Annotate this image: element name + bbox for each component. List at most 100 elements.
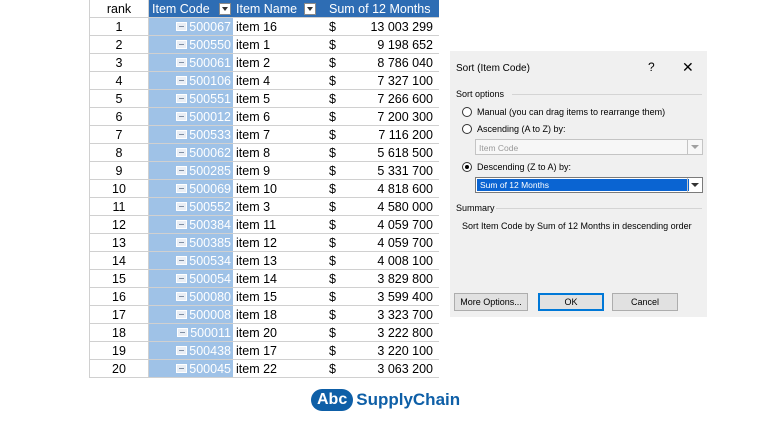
table-row[interactable]: 15 500054 item 14 $3 829 800 bbox=[89, 269, 439, 288]
item-code-cell[interactable]: 500552 bbox=[148, 197, 233, 216]
item-name-cell[interactable]: item 8 bbox=[233, 143, 319, 162]
descending-radio[interactable] bbox=[462, 162, 472, 172]
table-row[interactable]: 18 500011 item 20 $3 222 800 bbox=[89, 323, 439, 342]
collapse-icon[interactable] bbox=[176, 148, 188, 157]
table-row[interactable]: 13 500385 item 12 $4 059 700 bbox=[89, 233, 439, 252]
currency-cell[interactable]: $ bbox=[319, 197, 346, 216]
item-name-cell[interactable]: item 9 bbox=[233, 161, 319, 180]
sum-header[interactable]: Sum of 12 Months bbox=[319, 0, 439, 18]
item-name-cell[interactable]: item 22 bbox=[233, 359, 319, 378]
sum-cell[interactable]: 8 786 040 bbox=[346, 53, 439, 72]
sum-cell[interactable]: 3 829 800 bbox=[346, 269, 439, 288]
item-code-cell[interactable]: 500069 bbox=[148, 179, 233, 198]
item-name-cell[interactable]: item 17 bbox=[233, 341, 319, 360]
currency-cell[interactable]: $ bbox=[319, 179, 346, 198]
sum-cell[interactable]: 7 200 300 bbox=[346, 107, 439, 126]
item-code-cell[interactable]: 500012 bbox=[148, 107, 233, 126]
sum-cell[interactable]: 4 818 600 bbox=[346, 179, 439, 198]
rank-cell[interactable]: 11 bbox=[89, 197, 149, 216]
currency-cell[interactable]: $ bbox=[319, 215, 346, 234]
table-row[interactable]: 4 500106 item 4 $7 327 100 bbox=[89, 71, 439, 90]
sum-cell[interactable]: 13 003 299 bbox=[346, 17, 439, 36]
item-name-cell[interactable]: item 6 bbox=[233, 107, 319, 126]
sum-cell[interactable]: 3 220 100 bbox=[346, 341, 439, 360]
sum-cell[interactable]: 5 618 500 bbox=[346, 143, 439, 162]
filter-dropdown-icon[interactable] bbox=[304, 2, 316, 15]
ascending-radio[interactable] bbox=[462, 124, 472, 134]
currency-cell[interactable]: $ bbox=[319, 71, 346, 90]
item-code-header[interactable]: Item Code bbox=[148, 0, 233, 18]
item-name-cell[interactable]: item 14 bbox=[233, 269, 319, 288]
currency-cell[interactable]: $ bbox=[319, 251, 346, 270]
collapse-icon[interactable] bbox=[176, 40, 188, 49]
item-name-cell[interactable]: item 1 bbox=[233, 35, 319, 54]
table-row[interactable]: 17 500008 item 18 $3 323 700 bbox=[89, 305, 439, 324]
collapse-icon[interactable] bbox=[176, 94, 188, 103]
sum-cell[interactable]: 3 323 700 bbox=[346, 305, 439, 324]
table-row[interactable]: 5 500551 item 5 $7 266 600 bbox=[89, 89, 439, 108]
currency-cell[interactable]: $ bbox=[319, 143, 346, 162]
sum-cell[interactable]: 4 008 100 bbox=[346, 251, 439, 270]
rank-cell[interactable]: 14 bbox=[89, 251, 149, 270]
item-code-cell[interactable]: 500438 bbox=[148, 341, 233, 360]
sum-cell[interactable]: 7 266 600 bbox=[346, 89, 439, 108]
table-row[interactable]: 6 500012 item 6 $7 200 300 bbox=[89, 107, 439, 126]
item-name-cell[interactable]: item 16 bbox=[233, 17, 319, 36]
item-name-cell[interactable]: item 20 bbox=[233, 323, 319, 342]
item-name-cell[interactable]: item 12 bbox=[233, 233, 319, 252]
collapse-icon[interactable] bbox=[176, 346, 188, 355]
rank-cell[interactable]: 2 bbox=[89, 35, 149, 54]
item-code-cell[interactable]: 500061 bbox=[148, 53, 233, 72]
collapse-icon[interactable] bbox=[176, 364, 188, 373]
item-code-cell[interactable]: 500285 bbox=[148, 161, 233, 180]
manual-radio[interactable] bbox=[462, 107, 472, 117]
item-code-cell[interactable]: 500550 bbox=[148, 35, 233, 54]
sum-cell[interactable]: 9 198 652 bbox=[346, 35, 439, 54]
sum-cell[interactable]: 4 580 000 bbox=[346, 197, 439, 216]
item-code-cell[interactable]: 500008 bbox=[148, 305, 233, 324]
table-row[interactable]: 10 500069 item 10 $4 818 600 bbox=[89, 179, 439, 198]
sum-cell[interactable]: 5 331 700 bbox=[346, 161, 439, 180]
currency-cell[interactable]: $ bbox=[319, 53, 346, 72]
item-code-cell[interactable]: 500045 bbox=[148, 359, 233, 378]
currency-cell[interactable]: $ bbox=[319, 233, 346, 252]
currency-cell[interactable]: $ bbox=[319, 89, 346, 108]
table-row[interactable]: 11 500552 item 3 $4 580 000 bbox=[89, 197, 439, 216]
item-code-cell[interactable]: 500106 bbox=[148, 71, 233, 90]
rank-cell[interactable]: 9 bbox=[89, 161, 149, 180]
collapse-icon[interactable] bbox=[176, 184, 188, 193]
item-code-cell[interactable]: 500384 bbox=[148, 215, 233, 234]
rank-cell[interactable]: 18 bbox=[89, 323, 149, 342]
item-name-cell[interactable]: item 7 bbox=[233, 125, 319, 144]
rank-cell[interactable]: 20 bbox=[89, 359, 149, 378]
rank-cell[interactable]: 13 bbox=[89, 233, 149, 252]
currency-cell[interactable]: $ bbox=[319, 107, 346, 126]
rank-cell[interactable]: 7 bbox=[89, 125, 149, 144]
table-row[interactable]: 2 500550 item 1 $9 198 652 bbox=[89, 35, 439, 54]
rank-cell[interactable]: 17 bbox=[89, 305, 149, 324]
more-options-button[interactable]: More Options... bbox=[454, 293, 528, 311]
item-code-cell[interactable]: 500551 bbox=[148, 89, 233, 108]
currency-cell[interactable]: $ bbox=[319, 35, 346, 54]
collapse-icon[interactable] bbox=[176, 130, 188, 139]
rank-cell[interactable]: 16 bbox=[89, 287, 149, 306]
rank-cell[interactable]: 8 bbox=[89, 143, 149, 162]
table-row[interactable]: 19 500438 item 17 $3 220 100 bbox=[89, 341, 439, 360]
manual-radio-option[interactable]: Manual (you can drag items to rearrange … bbox=[462, 107, 665, 117]
close-icon[interactable]: ✕ bbox=[682, 59, 694, 76]
currency-cell[interactable]: $ bbox=[319, 341, 346, 360]
currency-cell[interactable]: $ bbox=[319, 17, 346, 36]
currency-cell[interactable]: $ bbox=[319, 359, 346, 378]
rank-header[interactable]: rank bbox=[89, 0, 149, 18]
sum-cell[interactable]: 3 222 800 bbox=[346, 323, 439, 342]
rank-cell[interactable]: 1 bbox=[89, 17, 149, 36]
sum-cell[interactable]: 7 327 100 bbox=[346, 71, 439, 90]
collapse-icon[interactable] bbox=[176, 22, 188, 31]
item-code-cell[interactable]: 500067 bbox=[148, 17, 233, 36]
table-row[interactable]: 1 500067 item 16 $13 003 299 bbox=[89, 17, 439, 36]
rank-cell[interactable]: 5 bbox=[89, 89, 149, 108]
currency-cell[interactable]: $ bbox=[319, 287, 346, 306]
table-row[interactable]: 14 500534 item 13 $4 008 100 bbox=[89, 251, 439, 270]
descending-field-select[interactable]: Sum of 12 Months bbox=[475, 177, 703, 193]
table-row[interactable]: 20 500045 item 22 $3 063 200 bbox=[89, 359, 439, 378]
